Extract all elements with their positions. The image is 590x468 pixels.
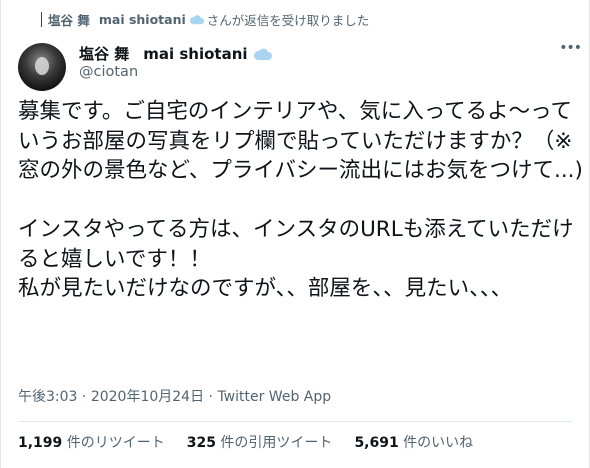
likes-count: 5,691: [354, 435, 399, 451]
tweet-text: 募集です。ご自宅のインテリアや、気に入ってるよ〜っていうお部屋の写真をリプ欄で貼…: [18, 99, 583, 301]
context-display-name[interactable]: 塩谷 舞: [48, 10, 90, 29]
tweet-time: 午後3:03: [18, 389, 78, 405]
tweet-card: 塩谷 舞 mai shiotani さんが返信を受け取りました 塩谷 舞 mai …: [0, 0, 590, 468]
retweets-stat[interactable]: 1,199 件のリツイート: [18, 432, 165, 452]
cloud-icon: [189, 14, 204, 24]
meta-separator: ·: [81, 389, 87, 405]
cloud-icon: [253, 48, 272, 60]
retweets-count: 1,199: [18, 435, 63, 451]
engagement-stats: 1,199 件のリツイート 325 件の引用ツイート 5,691 件のいいね: [18, 432, 495, 452]
author-handle[interactable]: @ciotan: [79, 64, 138, 80]
more-options-icon[interactable]: •••: [559, 40, 582, 56]
reply-context: 塩谷 舞 mai shiotani さんが返信を受け取りました: [48, 10, 369, 28]
tweet-date: 2020年10月24日: [90, 389, 205, 405]
likes-label: 件のいいね: [398, 435, 474, 451]
text-cursor: [41, 12, 42, 27]
likes-stat[interactable]: 5,691 件のいいね: [354, 432, 473, 452]
tweet-time-link[interactable]: 午後3:03: [18, 389, 77, 405]
quotes-label: 件の引用ツイート: [215, 435, 333, 451]
tweet-source-link[interactable]: Twitter Web App: [217, 389, 331, 405]
retweets-label: 件のリツイート: [62, 435, 165, 451]
divider: [18, 421, 572, 422]
avatar-face: [35, 57, 49, 75]
author-display-name-text: 塩谷 舞: [79, 45, 130, 63]
tweet-source: Twitter Web App: [217, 389, 332, 405]
author-display-name[interactable]: 塩谷 舞 mai shiotani: [79, 43, 248, 64]
author-username: mai shiotani: [143, 45, 248, 63]
author-name-row: 塩谷 舞 mai shiotani: [79, 43, 273, 64]
tweet-date-link[interactable]: 2020年10月24日: [91, 389, 204, 405]
context-username[interactable]: mai shiotani: [99, 12, 186, 27]
quotes-count: 325: [186, 435, 216, 451]
quotes-stat[interactable]: 325 件の引用ツイート: [187, 432, 333, 452]
context-suffix: さんが返信を受け取りました: [206, 12, 370, 28]
meta-separator: ·: [208, 389, 213, 405]
user-avatar[interactable]: [18, 43, 66, 91]
tweet-metadata: 午後3:03 · 2020年10月24日 · Twitter Web App: [18, 386, 331, 406]
